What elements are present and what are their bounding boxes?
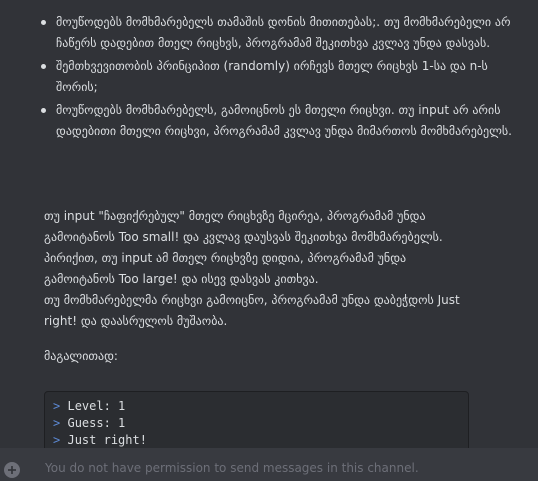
code-line: > Just right! bbox=[53, 432, 460, 448]
paragraph-line: თუ მომხმარებელმა რიცხვი გამოიცნო, პროგრა… bbox=[44, 293, 460, 307]
code-line-text: Level: 1 bbox=[67, 399, 126, 413]
rules-paragraph: თუ input "ჩაფიქრებულ" მთელ რიცხვზე მცირე… bbox=[44, 206, 522, 332]
code-line: > Level: 1 bbox=[53, 398, 460, 415]
bullet-icon bbox=[41, 64, 46, 69]
paragraph-line: right! და დაასრულოს მუშაობა. bbox=[44, 314, 228, 328]
prompt-marker: > bbox=[53, 416, 61, 430]
prompt-marker: > bbox=[53, 433, 61, 447]
list-item-text: მოუწოდებს მომხმარებელს, გამოიცნოს ეს მთე… bbox=[56, 103, 512, 138]
code-line-text: Just right! bbox=[67, 433, 147, 447]
code-block: > Level: 1 > Guess: 1 > Just right! bbox=[44, 391, 469, 448]
permission-notice: You do not have permission to send messa… bbox=[45, 461, 419, 475]
bullet-icon bbox=[41, 108, 46, 113]
bullet-icon bbox=[41, 20, 46, 25]
paragraph-line: პირიქით, თუ input ამ მთელ რიცხვზე დიდია,… bbox=[44, 251, 407, 265]
example-label: მაგალითად: bbox=[44, 349, 118, 363]
message-content: მოუწოდებს მომხმარებელს თამაშის დონის მით… bbox=[0, 0, 538, 448]
paragraph-line: გამოიტანოს Too small! და კვლავ დაუსვას შ… bbox=[44, 230, 443, 244]
paragraph-line: გამოიტანოს Too large! და ისევ დასვას კით… bbox=[44, 272, 319, 286]
message-composer: You do not have permission to send messa… bbox=[0, 448, 538, 481]
paragraph-line: თუ input "ჩაფიქრებულ" მთელ რიცხვზე მცირე… bbox=[44, 209, 426, 223]
list-item: მოუწოდებს მომხმარებელს, გამოიცნოს ეს მთე… bbox=[40, 100, 520, 142]
requirements-list: მოუწოდებს მომხმარებელს თამაშის დონის მით… bbox=[40, 12, 520, 144]
prompt-marker: > bbox=[53, 399, 61, 413]
list-item: მოუწოდებს მომხმარებელს თამაშის დონის მით… bbox=[40, 12, 520, 54]
code-line: > Guess: 1 bbox=[53, 415, 460, 432]
list-item-text: შემთხვევითობის პრინციპით (randomly) ირჩე… bbox=[56, 59, 488, 94]
list-item: შემთხვევითობის პრინციპით (randomly) ირჩე… bbox=[40, 56, 520, 98]
list-item-text: მოუწოდებს მომხმარებელს თამაშის დონის მით… bbox=[56, 15, 511, 50]
code-line-text: Guess: 1 bbox=[67, 416, 126, 430]
plus-circle-icon[interactable] bbox=[4, 462, 20, 478]
